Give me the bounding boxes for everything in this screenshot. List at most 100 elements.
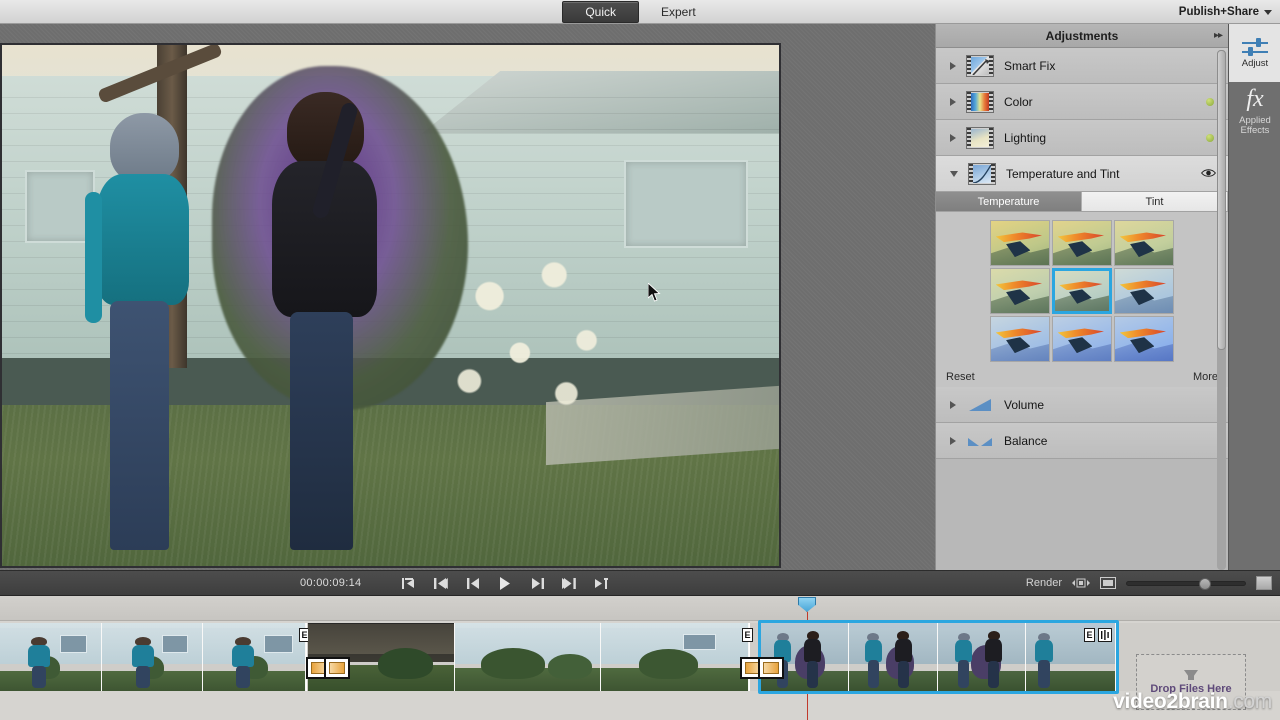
timeline-ruler[interactable] (0, 596, 1280, 621)
temperature-icon (968, 162, 996, 185)
preview-person-left (80, 112, 204, 551)
fx-icon: fx (1246, 86, 1264, 112)
temperature-preset-6[interactable] (1114, 268, 1174, 314)
adjustment-label-temperature-and-tint: Temperature and Tint (1006, 166, 1120, 181)
adjustment-row-temperature-and-tint[interactable]: Temperature and Tint (936, 156, 1228, 192)
clip-2-frames (308, 623, 749, 691)
safe-margins-icon[interactable] (1072, 577, 1090, 589)
panel-scrollbar-thumb[interactable] (1217, 50, 1226, 350)
step-back-button[interactable] (464, 575, 482, 591)
clip-3-frame-2 (848, 623, 938, 691)
chevron-right-icon[interactable] (950, 400, 956, 409)
adjustment-row-balance[interactable]: Balance (936, 423, 1228, 459)
chevron-down-icon[interactable] (950, 170, 958, 177)
transport-bar: 00:00:09:14 Render (0, 570, 1280, 596)
go-to-in-point-button[interactable] (400, 575, 418, 591)
go-to-previous-edit-button[interactable] (432, 575, 450, 591)
preset-footer: Reset More (936, 371, 1228, 383)
rail-label-applied-effects-line2: Effects (1240, 125, 1270, 136)
step-forward-button[interactable] (528, 575, 546, 591)
publish-share-label: Publish+Share (1178, 6, 1259, 18)
zoom-slider[interactable] (1126, 577, 1246, 590)
temperature-preset-2[interactable] (1052, 220, 1112, 266)
chevron-right-icon[interactable] (950, 133, 956, 142)
monitor-panel[interactable] (0, 24, 935, 570)
arrow-cursor-icon (648, 283, 661, 302)
clip-2-frame-2 (454, 623, 602, 691)
temperature-preset-5-selected[interactable] (1052, 268, 1112, 314)
down-arrow-icon (1184, 669, 1198, 680)
tab-tint[interactable]: Tint (1082, 192, 1228, 211)
watermark: video2brain.com (1113, 690, 1272, 714)
preview-person-left-arm (84, 191, 103, 323)
adjustment-label-volume: Volume (1004, 397, 1045, 412)
rail-button-adjust[interactable]: Adjust (1229, 24, 1280, 82)
collapse-panel-icon[interactable]: ▸▸ (1214, 30, 1223, 41)
monitor-view-icon[interactable] (1100, 577, 1116, 589)
clip-3-frame-3 (937, 623, 1027, 691)
clip-3-effects-badge[interactable]: E (1084, 628, 1095, 642)
temperature-preset-8[interactable] (1052, 316, 1112, 362)
transport-buttons (400, 575, 610, 591)
clip-1-frames (0, 623, 306, 691)
mode-button-expert[interactable]: Expert (639, 2, 718, 22)
adjustment-row-volume[interactable]: Volume (936, 387, 1228, 423)
timecode-display[interactable]: 00:00:09:14 (300, 577, 361, 589)
transition-icon-1b[interactable] (324, 657, 350, 679)
clip-3-frames (760, 623, 1116, 691)
application-window: Quick Expert Publish+Share 00:00:09:14 R… (0, 0, 1280, 720)
tab-temperature[interactable]: Temperature (936, 192, 1082, 211)
adjustment-row-color[interactable]: Color (936, 84, 1228, 120)
color-icon (966, 90, 994, 113)
panel-scrollbar[interactable] (1217, 50, 1226, 570)
temperature-preset-4[interactable] (990, 268, 1050, 314)
chevron-right-icon[interactable] (950, 436, 956, 445)
render-label[interactable]: Render (1026, 577, 1062, 589)
adjustments-list: Smart Fix Color Lighting Temperature and… (936, 48, 1228, 459)
sliders-icon (1242, 38, 1268, 56)
adjustment-row-smart-fix[interactable]: Smart Fix (936, 48, 1228, 84)
video-preview[interactable] (0, 43, 781, 568)
visibility-eye-icon[interactable] (1200, 165, 1217, 183)
play-button[interactable] (496, 575, 514, 591)
preview-person-left-shirt (97, 174, 190, 306)
go-to-next-edit-button[interactable] (560, 575, 578, 591)
timeline-clip-3[interactable] (760, 623, 1117, 691)
chevron-right-icon[interactable] (950, 61, 956, 70)
temperature-preset-panel: Reset More (936, 212, 1228, 387)
transition-icon-2b[interactable] (758, 657, 784, 679)
fit-view-button[interactable] (1256, 576, 1272, 590)
temperature-preset-7[interactable] (990, 316, 1050, 362)
reset-button[interactable]: Reset (946, 371, 975, 383)
clip-2-effects-badge[interactable]: E (742, 628, 753, 642)
go-to-out-point-button[interactable] (592, 575, 610, 591)
adjustments-panel-header: Adjustments ▸▸ (936, 24, 1228, 48)
temperature-preset-3[interactable] (1114, 220, 1174, 266)
mode-button-quick[interactable]: Quick (562, 0, 639, 23)
more-button[interactable]: More (1193, 371, 1218, 383)
balance-wedge-icon (966, 434, 994, 448)
clip-2-frame-3 (601, 623, 749, 691)
timeline-clip-2[interactable] (308, 623, 750, 691)
adjustment-row-lighting[interactable]: Lighting (936, 120, 1228, 156)
volume-wedge-icon (966, 398, 994, 412)
temperature-preset-1[interactable] (990, 220, 1050, 266)
clip-3-audio-badge[interactable] (1098, 628, 1112, 642)
smart-fix-icon (966, 54, 994, 77)
rail-button-applied-effects[interactable]: fx Applied Effects (1229, 82, 1280, 140)
publish-share-button[interactable]: Publish+Share (1179, 0, 1272, 24)
timeline-clip-1[interactable] (0, 623, 307, 691)
adjustment-label-balance: Balance (1004, 433, 1048, 448)
temperature-preset-9[interactable] (1114, 316, 1174, 362)
watermark-tld: .com (1227, 690, 1273, 713)
video-track[interactable]: E E E Drop Files Here (0, 620, 1280, 710)
preview-person-left-hair (109, 112, 180, 183)
chevron-right-icon[interactable] (950, 97, 956, 106)
status-dot-color (1206, 97, 1214, 106)
render-controls: Render (1026, 576, 1272, 590)
timeline-panel[interactable]: E E E Drop Files Here video2brain.com (0, 596, 1280, 720)
preview-person-left-jeans (109, 300, 170, 551)
temperature-tint-tabs: Temperature Tint (936, 192, 1228, 212)
zoom-slider-knob[interactable] (1199, 577, 1211, 590)
adjustment-label-smart-fix: Smart Fix (1004, 58, 1056, 73)
